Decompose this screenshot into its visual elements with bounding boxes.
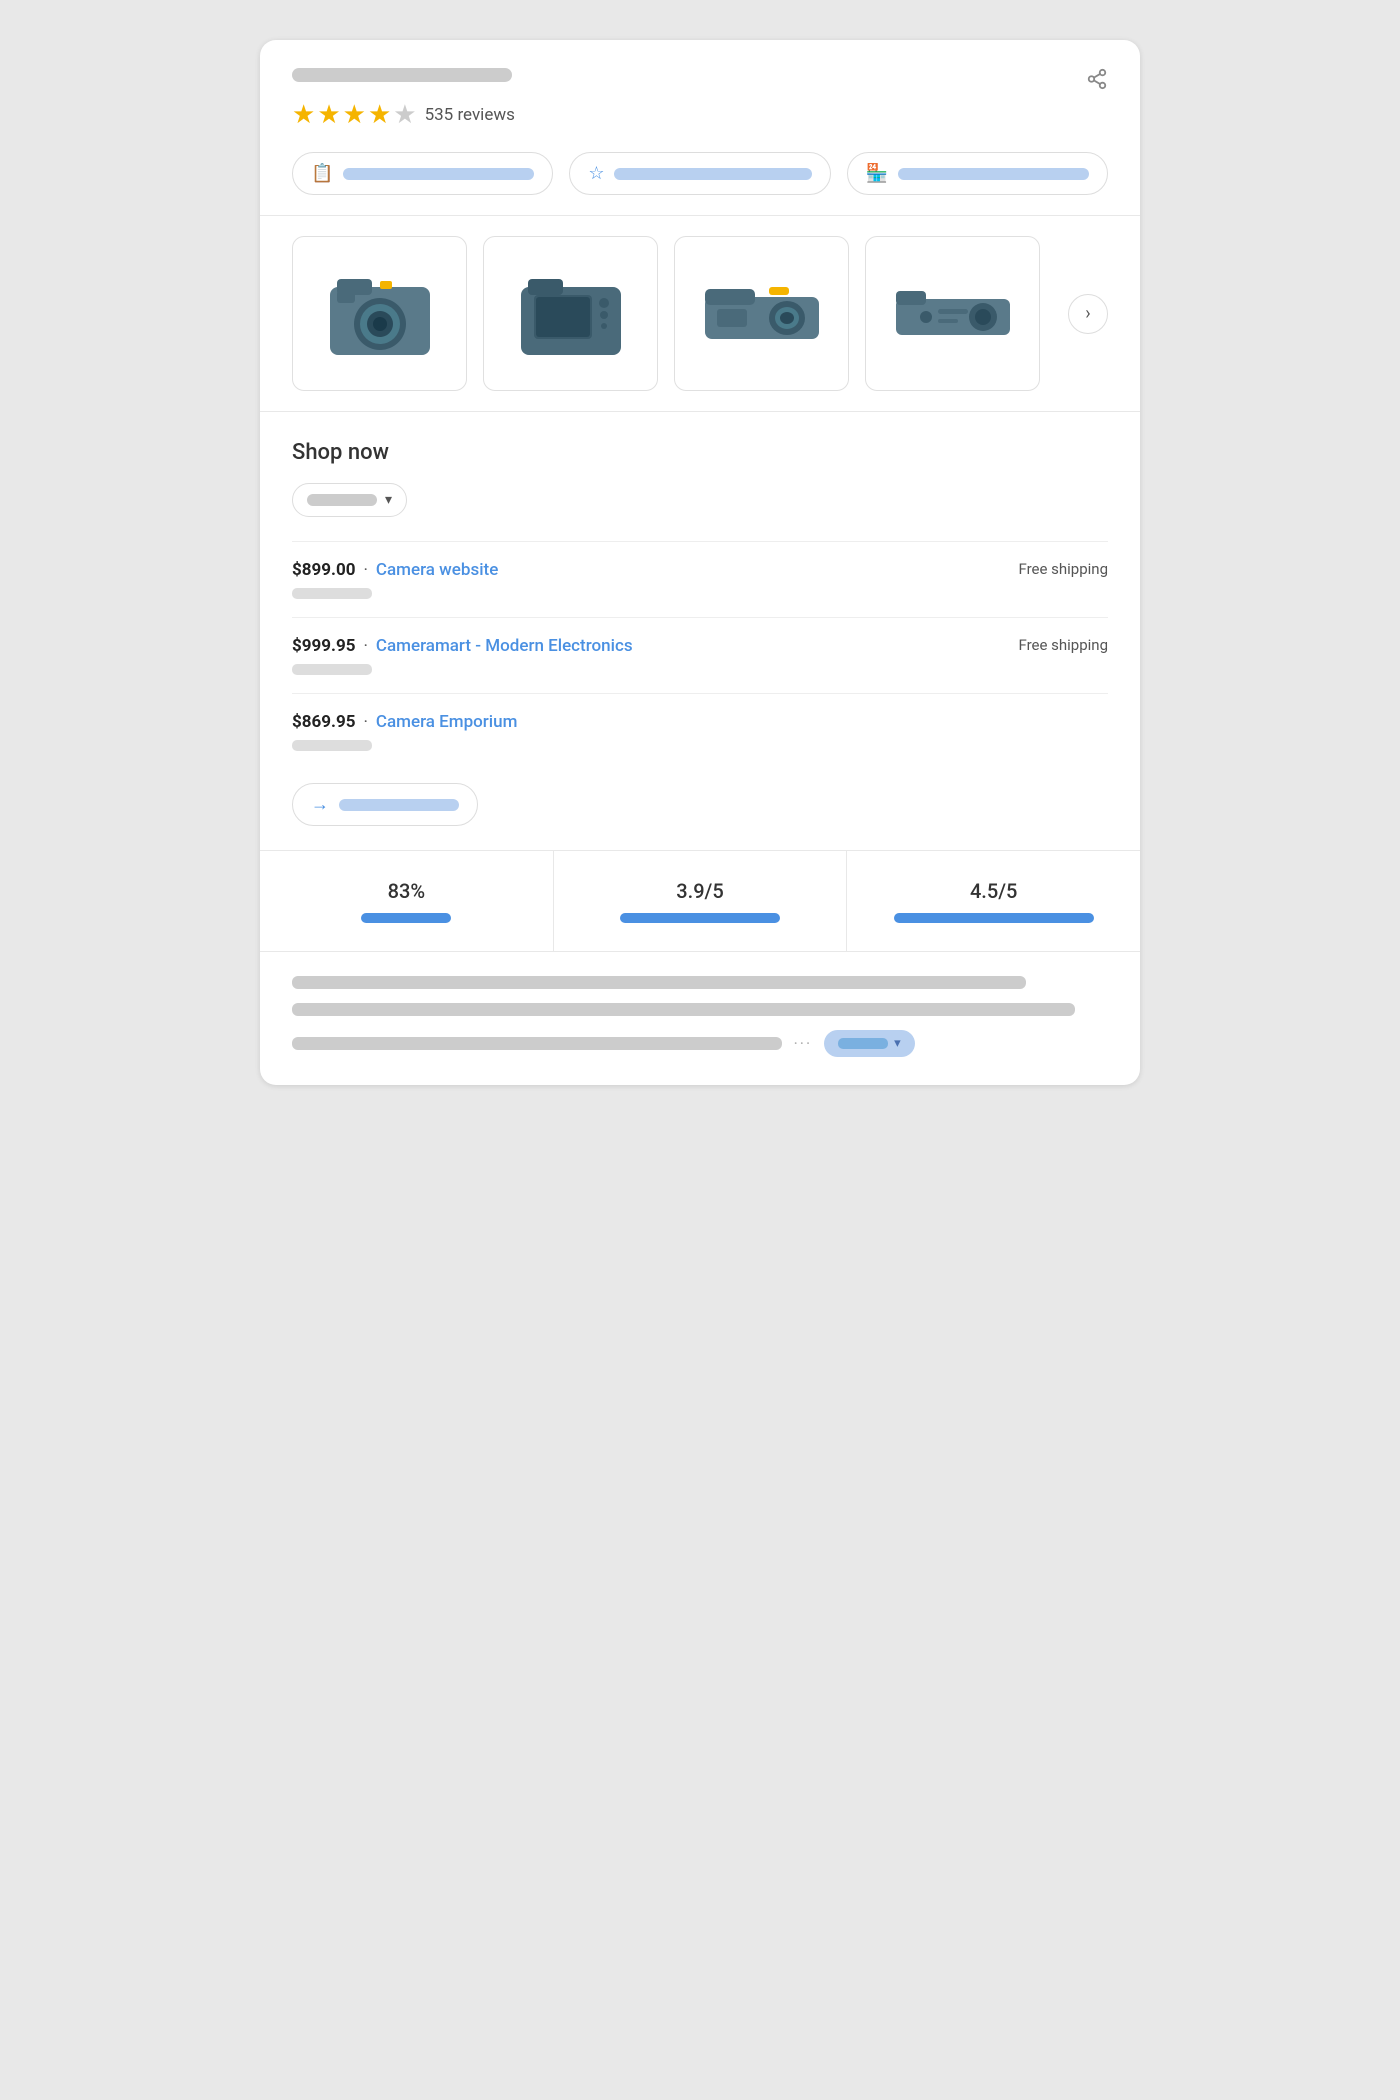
stat-3-value: 4.5/5: [867, 879, 1120, 903]
listing-3-main: $869.95 · Camera Emporium: [292, 712, 1108, 732]
listing-1-left: $899.00 · Camera website: [292, 560, 498, 580]
reviews-button[interactable]: ☆: [569, 152, 830, 195]
listing-3-seller[interactable]: Camera Emporium: [376, 712, 518, 732]
next-arrow-button[interactable]: ›: [1068, 294, 1108, 334]
images-row: ›: [292, 236, 1108, 391]
listing-3-left: $869.95 · Camera Emporium: [292, 712, 517, 732]
overview-icon: 📋: [311, 163, 333, 184]
stat-1-value: 83%: [280, 879, 533, 903]
arrow-right-icon: →: [311, 794, 329, 815]
star-1: ★: [292, 100, 315, 130]
stat-1-bar: [361, 913, 451, 923]
stat-3-bar: [894, 913, 1094, 923]
image-3[interactable]: [674, 236, 849, 391]
shop-title: Shop now: [292, 440, 1108, 465]
product-title-placeholder: [292, 68, 512, 82]
listing-2-left: $999.95 · Cameramart - Modern Electronic…: [292, 636, 633, 656]
stat-3: 4.5/5: [847, 851, 1140, 951]
stores-button[interactable]: 🏪: [847, 152, 1108, 195]
footer-section: ··· ▾: [260, 952, 1140, 1085]
action-buttons-row: 📋 ☆ 🏪: [292, 152, 1108, 195]
image-1[interactable]: [292, 236, 467, 391]
overview-label: [343, 168, 534, 180]
ellipsis-icon: ···: [794, 1034, 813, 1053]
chevron-down-expand-icon: ▾: [894, 1036, 901, 1051]
stores-label: [898, 168, 1089, 180]
shop-section: Shop now ▾ $899.00 · Camera website Free…: [260, 412, 1140, 851]
filter-pill[interactable]: ▾: [292, 483, 407, 517]
listing-2-main: $999.95 · Cameramart - Modern Electronic…: [292, 636, 1108, 656]
reviews-label: [614, 168, 811, 180]
star-2: ★: [317, 100, 340, 130]
image-2[interactable]: [483, 236, 658, 391]
listing-3-sub: [292, 740, 372, 751]
listing-2-sub: [292, 664, 372, 675]
stat-1: 83%: [260, 851, 554, 951]
listing-3-price: $869.95: [292, 712, 355, 732]
filter-text: [307, 494, 377, 506]
footer-line-2: [292, 1003, 1075, 1016]
listing-1-sub: [292, 588, 372, 599]
expand-button[interactable]: ▾: [824, 1030, 915, 1057]
stat-2-bar: [620, 913, 780, 923]
listing-1-shipping: Free shipping: [1018, 560, 1108, 578]
overview-button[interactable]: 📋: [292, 152, 553, 195]
images-section: ›: [260, 216, 1140, 412]
stats-section: 83% 3.9/5 4.5/5: [260, 851, 1140, 952]
more-label: [339, 799, 459, 811]
listing-1-seller[interactable]: Camera website: [376, 560, 498, 580]
listing-2-price: $999.95: [292, 636, 355, 656]
more-button[interactable]: →: [292, 783, 478, 826]
stat-2: 3.9/5: [554, 851, 848, 951]
star-5: ★: [393, 100, 416, 130]
expand-label: [838, 1038, 888, 1049]
star-icon: ☆: [588, 163, 604, 184]
footer-last-row: ··· ▾: [292, 1030, 1108, 1057]
listing-2-shipping: Free shipping: [1018, 636, 1108, 654]
chevron-down-icon: ▾: [385, 492, 392, 508]
star-3: ★: [343, 100, 366, 130]
listing-3: $869.95 · Camera Emporium: [292, 693, 1108, 769]
share-icon[interactable]: [1086, 68, 1108, 96]
footer-line-1: [292, 976, 1026, 989]
review-count: 535 reviews: [425, 105, 515, 125]
header-section: ★ ★ ★ ★ ★ 535 reviews 📋 ☆ 🏪: [260, 40, 1140, 216]
listing-1-main: $899.00 · Camera website Free shipping: [292, 560, 1108, 580]
listing-1: $899.00 · Camera website Free shipping: [292, 541, 1108, 617]
listing-1-price: $899.00: [292, 560, 355, 580]
listing-2-seller[interactable]: Cameramart - Modern Electronics: [376, 636, 633, 656]
rating-row: ★ ★ ★ ★ ★ 535 reviews: [292, 100, 1108, 130]
star-rating: ★ ★ ★ ★ ★: [292, 100, 417, 130]
image-4[interactable]: [865, 236, 1040, 391]
footer-line-3: [292, 1037, 782, 1050]
listing-2: $999.95 · Cameramart - Modern Electronic…: [292, 617, 1108, 693]
star-4: ★: [368, 100, 391, 130]
stat-2-value: 3.9/5: [574, 879, 827, 903]
store-icon: 🏪: [866, 163, 888, 184]
